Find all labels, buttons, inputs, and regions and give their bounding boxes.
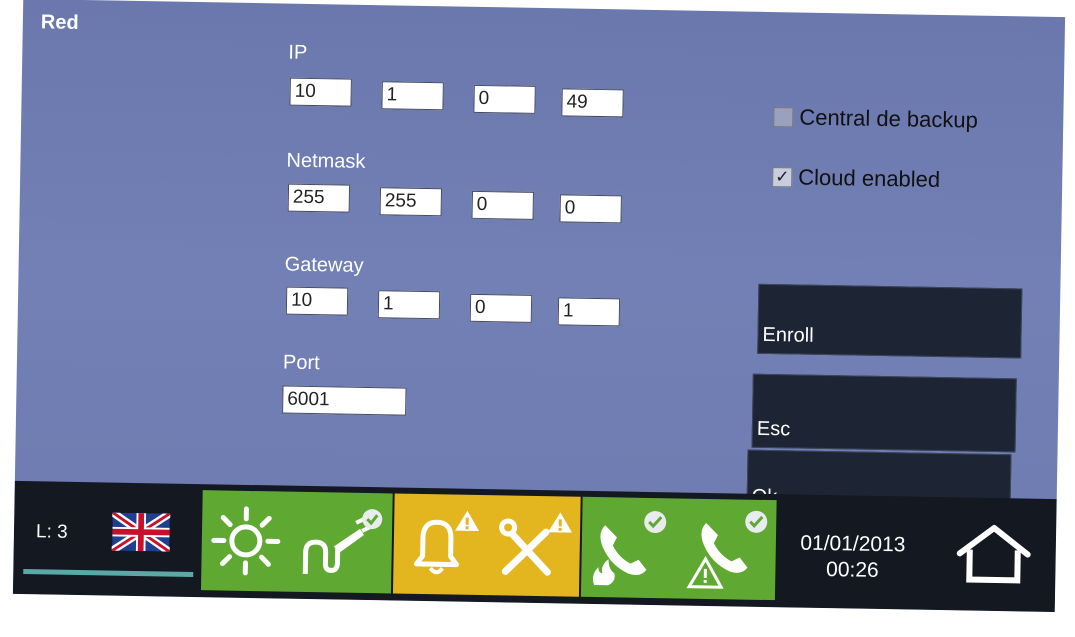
cloud-enabled-option[interactable]: ✓ Cloud enabled [772,164,940,193]
status-bar: L: 3 01/01/2013 00:26 [12,480,1057,613]
access-level-underline [23,569,194,578]
ip-octet-2-field[interactable]: 1 [381,81,444,111]
power-plug-ok-icon [302,509,383,575]
gateway-octet-4-field[interactable]: 1 [557,297,621,327]
gateway-octet-2-field[interactable]: 1 [377,290,441,320]
phone-fire-ok-icon [592,511,666,586]
cloud-enabled-checkbox[interactable]: ✓ [772,167,793,188]
central-backup-label: Central de backup [799,104,979,133]
ip-octet-4-field[interactable]: 49 [561,88,624,118]
central-backup-option[interactable]: Central de backup [773,104,978,134]
communication-status-group[interactable] [580,496,777,601]
date-text: 01/01/2013 [800,531,906,557]
gateway-label: Gateway [284,253,364,277]
uk-flag-icon[interactable] [111,512,171,552]
phone-warning-ok-icon [686,510,767,589]
netmask-label: Netmask [286,149,366,173]
bell-warning-icon [413,510,479,575]
checkmark-icon: ✓ [774,167,790,187]
enroll-button-label: Enroll [762,323,814,347]
netmask-octet-2-field[interactable]: 255 [379,187,443,217]
ip-octet-3-field[interactable]: 0 [473,84,536,114]
home-icon[interactable] [953,521,1034,584]
cloud-enabled-label: Cloud enabled [798,164,941,192]
alarm-fault-status-group[interactable] [392,493,581,597]
ip-octet-1-field[interactable]: 10 [289,77,352,107]
netmask-octet-1-field[interactable]: 255 [287,183,351,213]
esc-button[interactable]: Esc [751,373,1017,453]
sun-icon [211,506,281,576]
esc-button-label: Esc [756,417,791,441]
date-time-display: 01/01/2013 00:26 [781,530,924,584]
netmask-octet-3-field[interactable]: 0 [471,190,534,220]
port-field[interactable]: 6001 [282,385,407,416]
central-backup-checkbox[interactable] [773,107,794,128]
time-text: 00:26 [825,558,879,582]
gateway-octet-3-field[interactable]: 0 [469,293,533,323]
ip-label: IP [288,41,308,64]
access-level-indicator: L: 3 [35,521,68,543]
tools-warning-icon [498,512,572,576]
power-status-group[interactable] [200,490,393,594]
port-label: Port [282,351,320,375]
netmask-octet-4-field[interactable]: 0 [559,194,622,224]
gateway-octet-1-field[interactable]: 10 [285,286,349,316]
enroll-button[interactable]: Enroll [757,283,1023,359]
network-settings-screen: Red IP 10 1 0 49 Netmask 255 255 0 0 Gat… [12,0,1066,613]
screen-title: Red [40,11,79,34]
